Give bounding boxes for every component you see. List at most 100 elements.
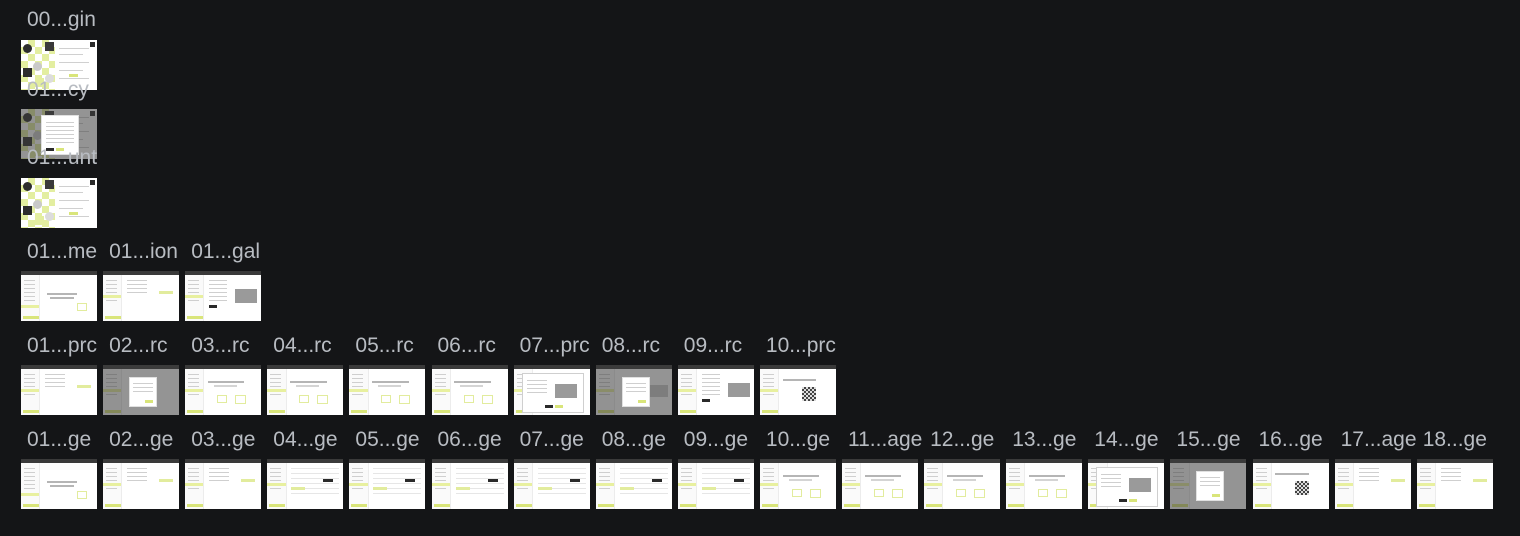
thumbnail-detail [1035,479,1058,481]
screen-thumbnail[interactable] [1006,459,1083,509]
thumbnail-detail [569,479,580,482]
thumbnail-detail [352,394,364,395]
screen-thumbnail[interactable] [513,459,590,509]
screen-thumbnail[interactable] [759,459,836,509]
screen-thumbnail[interactable] [1334,459,1411,509]
screen-thumbnail[interactable] [595,365,672,415]
thumbnail-detail [521,373,584,413]
screen-thumbnail[interactable] [595,459,672,509]
screen-thumbnail[interactable] [103,365,180,415]
thumbnail-detail [351,410,368,413]
screen-thumbnail[interactable] [1252,459,1329,509]
thumbnail-detail [59,200,89,201]
thumbnail-detail [845,476,856,477]
thumbnail-detail [677,369,698,415]
thumbnail-detail [381,395,392,403]
thumbnail-detail [537,487,552,490]
screen-thumbnail[interactable] [21,459,97,509]
thumbnail-detail [127,292,148,293]
thumbnail-label: 08...rc [601,334,661,357]
thumbnail-detail [24,300,35,301]
thumbnail-detail [1200,481,1221,482]
thumbnail-detail [267,369,287,415]
thumbnail-detail [1390,479,1405,482]
thumbnail-detail [513,483,532,486]
screen-thumbnail[interactable] [21,178,97,228]
thumbnail-detail [23,316,39,319]
thumbnail-detail [46,481,78,483]
thumbnail-detail [24,292,35,293]
screen-thumbnail[interactable] [349,365,426,415]
thumbnail-detail [291,487,306,490]
screen-thumbnail[interactable] [759,365,836,415]
thumbnail-detail [1416,483,1435,486]
thumbnail-detail [463,395,474,403]
thumbnail-detail [701,382,720,383]
thumbnail-detail [209,472,230,473]
screen-thumbnail[interactable] [103,459,180,509]
thumbnail-detail [1358,468,1379,469]
thumbnail-detail [270,382,282,383]
screen-thumbnail[interactable] [431,365,508,415]
thumbnail-detail [270,378,282,379]
screen-thumbnail[interactable] [185,365,262,415]
thumbnail-detail [127,280,148,281]
screen-thumbnail[interactable] [267,365,344,415]
thumbnail-detail [127,476,148,477]
screen-thumbnail[interactable] [185,459,262,509]
thumbnail-detail [680,472,692,473]
thumbnail-detail [431,483,450,486]
screen-thumbnail[interactable] [21,365,97,415]
thumbnail-detail [526,388,547,389]
thumbnail-detail [434,476,446,477]
thumbnail-detail [680,488,692,489]
thumbnail-detail [1440,480,1461,481]
thumbnail-detail [270,480,282,481]
thumbnail-detail [892,489,903,498]
thumbnail-detail [269,410,286,413]
thumbnail-detail [105,504,122,507]
thumbnail-detail [762,480,774,481]
screen-thumbnail[interactable] [21,271,97,321]
thumbnail-detail [455,468,504,469]
thumbnail-detail [701,386,720,387]
thumbnail-detail [791,489,802,497]
thumbnail-detail [24,280,35,281]
screen-thumbnail[interactable] [1088,459,1165,509]
thumbnail-detail [1196,471,1225,501]
screen-thumbnail[interactable] [185,271,262,321]
thumbnail-detail [1337,476,1349,477]
thumbnail-detail [677,483,697,486]
thumbnail-detail [209,296,228,297]
thumbnail-detail [299,395,310,403]
thumbnail-label: 02...ge [109,428,174,451]
thumbnail-detail [24,284,35,285]
screen-thumbnail[interactable] [267,459,344,509]
login-tile [45,180,54,189]
screen-thumbnail[interactable] [677,365,754,415]
screen-thumbnail[interactable] [842,459,918,509]
thumbnail-label: 11...age [848,428,923,451]
screen-thumbnail[interactable] [513,365,590,415]
thumbnail-detail [103,483,122,486]
thumbnail-detail [270,476,282,477]
thumbnail-detail [296,385,319,387]
screen-thumbnail[interactable] [103,271,180,321]
thumbnail-detail [680,382,692,383]
screen-thumbnail[interactable] [924,459,1001,509]
thumbnail-label: 08...ge [601,428,666,451]
screen-thumbnail[interactable] [349,459,426,509]
thumbnail-detail [649,385,668,397]
thumbnail-detail [21,493,40,496]
screen-thumbnail[interactable] [677,459,754,509]
screen-thumbnail[interactable] [1416,459,1493,509]
thumbnail-detail [680,386,692,387]
thumbnail-detail [759,483,779,486]
thumbnail-label: 00...gin [27,8,96,31]
login-tile [33,62,42,71]
thumbnail-detail [788,479,812,481]
screen-thumbnail[interactable] [431,459,508,509]
thumbnail-detail [59,192,83,193]
thumbnail-detail [209,476,230,477]
screen-thumbnail[interactable] [1170,459,1247,509]
